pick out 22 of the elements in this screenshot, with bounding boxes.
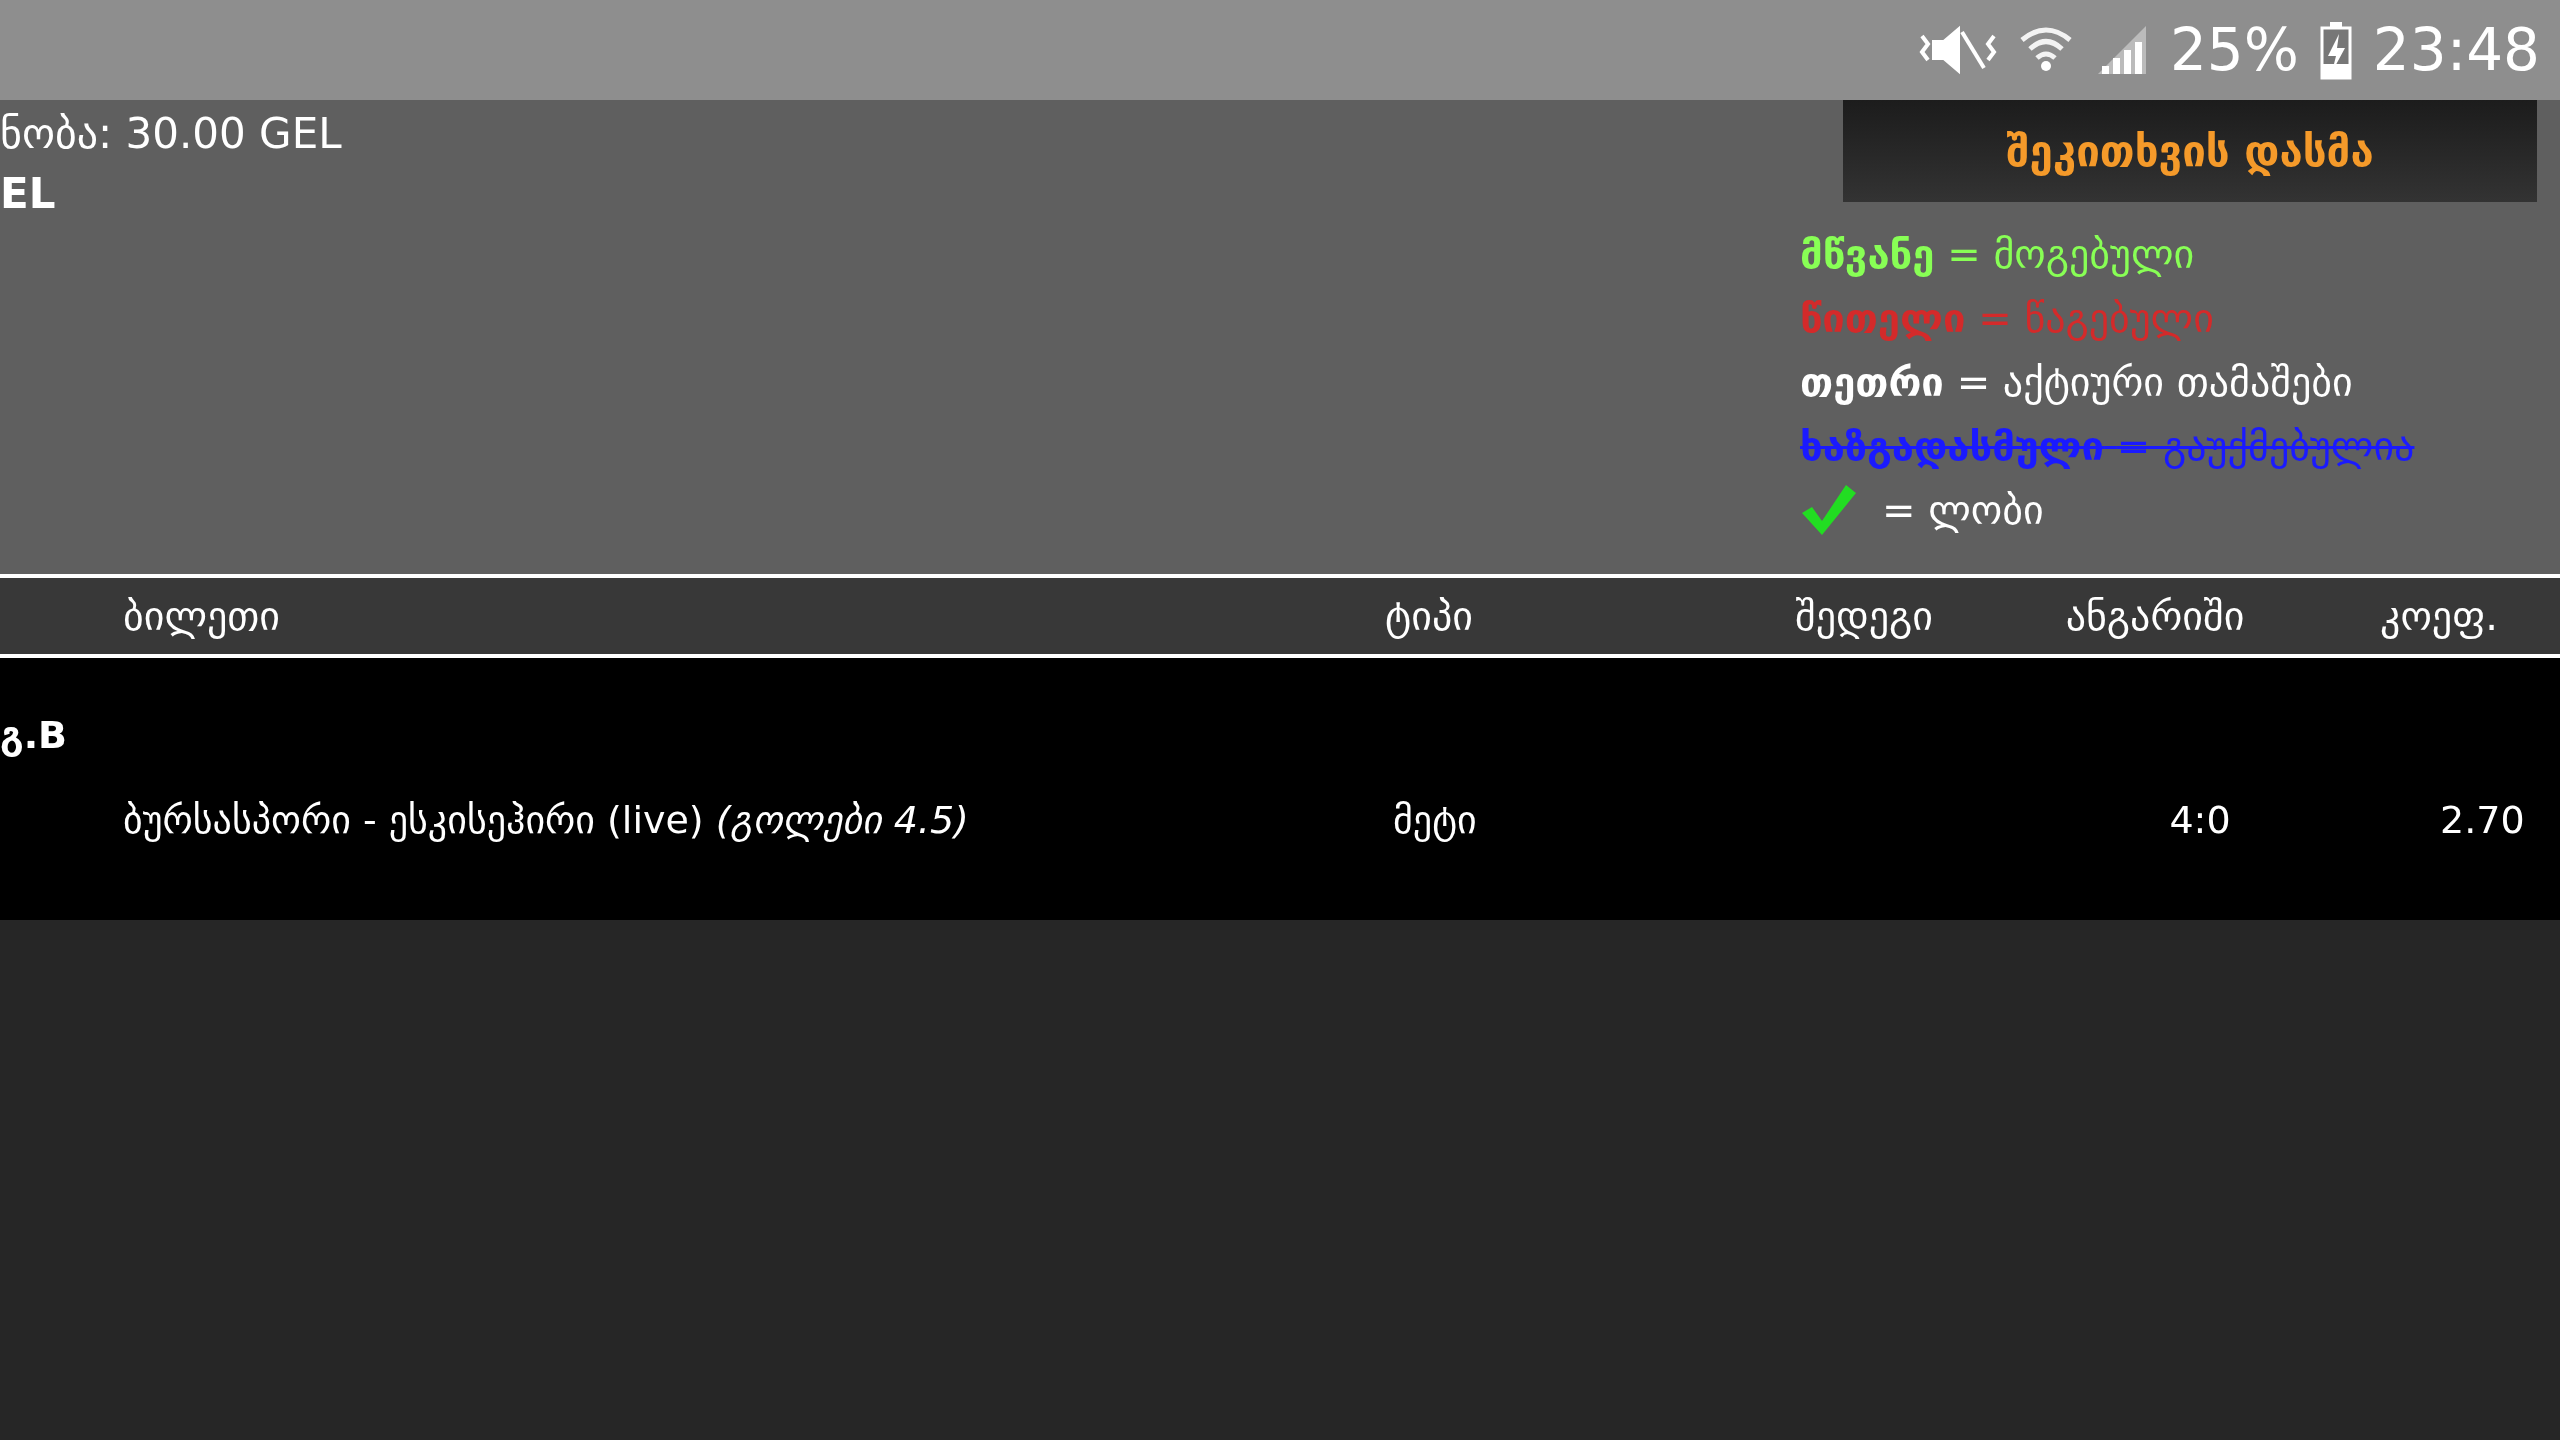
group-label: გ.B (0, 712, 69, 759)
odds: 2.70 (2439, 797, 2526, 844)
match-name: ბურსასპორი - ესკისეჰირი (live) (გოლები 4.5) (122, 797, 970, 844)
clock: 23:48 (2372, 14, 2540, 86)
column-header: ანგარიში (2064, 592, 2246, 641)
summary-text: ნობა: 30.00 GEL (0, 108, 342, 160)
battery-charging-icon (2318, 20, 2353, 80)
column-header: ტიპი (1384, 592, 1474, 641)
legend-entry: თეთრი = აქტიური თამაშები (1800, 358, 2354, 407)
ask-question-button[interactable]: შეკითხვის დასმა (1843, 100, 2537, 202)
column-header: ბილეთი (122, 592, 282, 641)
column-header: კოეფ. (2379, 592, 2499, 641)
legend-entry: ხაზგადასმული = გაუქმებულია (1800, 422, 2416, 471)
score: 4:0 (2168, 797, 2232, 844)
legend-entry: წითელი = წაგებული (1800, 294, 2215, 343)
legend-entry: მწვანე = მოგებული (1800, 230, 2196, 279)
summary-text: EL (0, 168, 57, 220)
legend-entry: = ლობი (1882, 486, 2044, 535)
bet-type: მეტი (1392, 797, 1478, 844)
column-header: შედეგი (1794, 592, 1934, 641)
battery-percentage: 25% (2169, 14, 2299, 86)
checkmark-icon (1800, 483, 1858, 537)
